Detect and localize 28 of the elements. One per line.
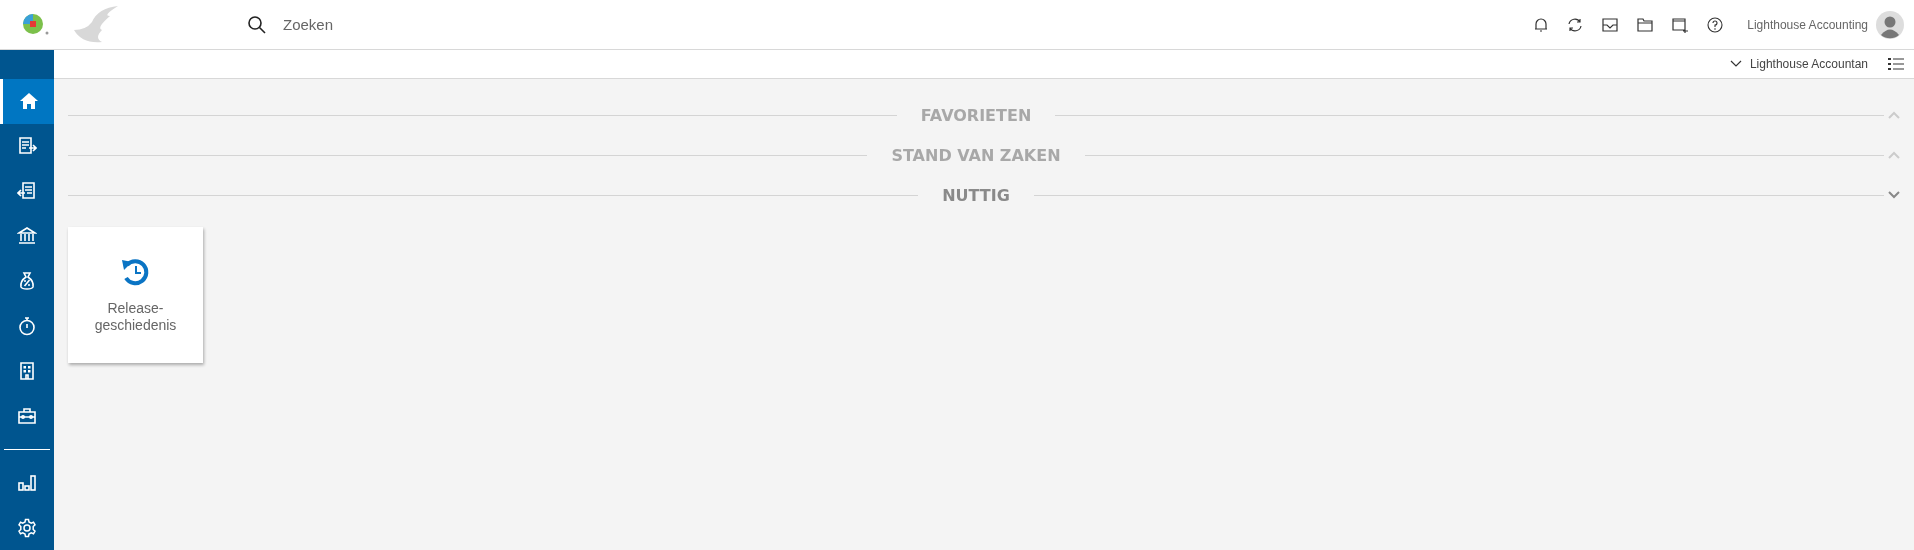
globe-logo-icon[interactable] [22,12,50,37]
avatar-icon[interactable] [1876,10,1904,39]
chevron-icon[interactable] [1888,191,1900,199]
sidebar-item[interactable] [0,78,54,124]
bank-icon [17,226,37,247]
stopwatch-icon [17,315,37,336]
window-add-icon[interactable] [1672,16,1689,33]
refresh-icon[interactable] [1567,16,1584,33]
user-name[interactable]: Lighthouse Accounting [1747,17,1868,32]
building-icon [17,360,37,381]
release-history-tile[interactable]: Release- geschiedenis [68,227,203,363]
chevron-down-icon [1729,60,1742,68]
list-view-icon[interactable] [1888,57,1904,71]
section-title[interactable]: NUTTIG [918,185,1034,205]
bell-icon[interactable] [1534,16,1549,33]
bar-chart-icon [17,472,37,493]
inbox-icon[interactable] [1602,17,1619,32]
document-arrow-icon [17,136,37,157]
folder-icon[interactable] [1637,17,1654,32]
search-icon[interactable] [247,14,267,35]
settings-icon [17,517,37,538]
home-icon [18,91,39,112]
toolbox-icon [17,405,37,426]
money-bag-icon [17,271,37,291]
document-arrow-icon [17,181,37,202]
organisation-dropdown[interactable]: Lighthouse Accountan [1729,57,1868,71]
help-icon[interactable] [1707,16,1724,33]
search-field[interactable]: Zoeken [281,15,585,34]
